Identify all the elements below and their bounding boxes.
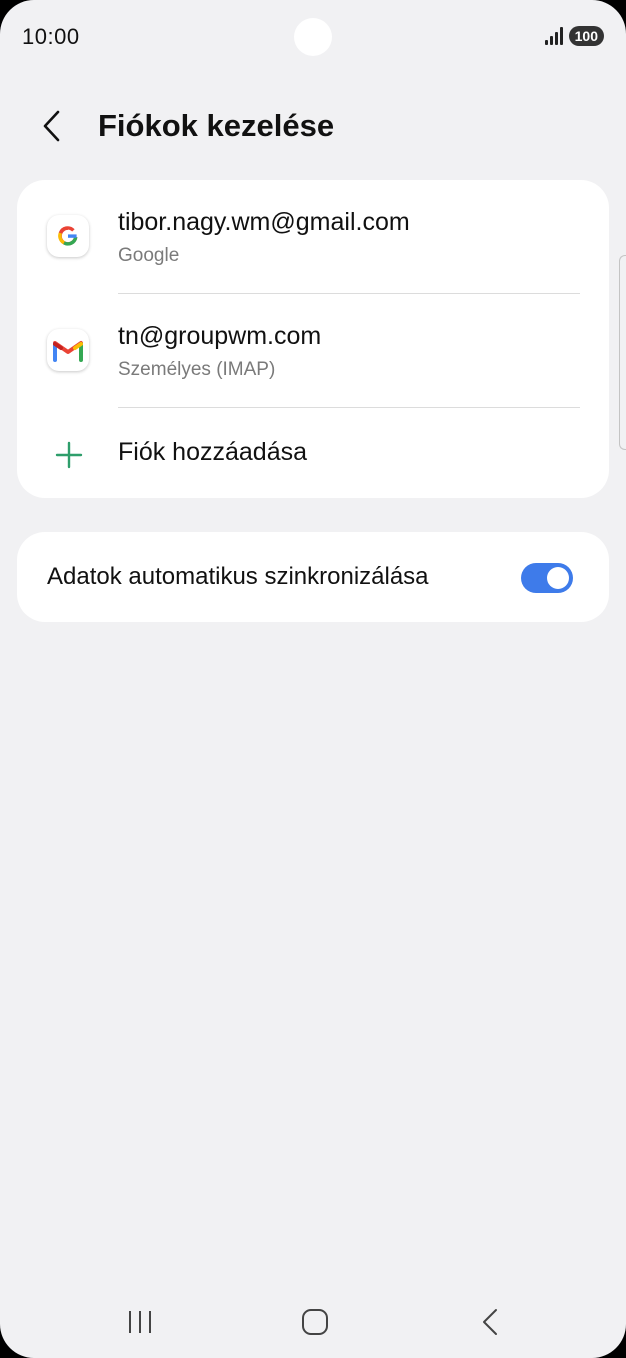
plus-icon <box>55 441 83 469</box>
back-icon <box>483 1309 497 1335</box>
gmail-icon <box>47 329 89 371</box>
navigation-bar <box>0 1290 626 1354</box>
recents-button[interactable] <box>110 1298 170 1346</box>
screen: 10:00 100 Fiókok kezelése tibor.nagy.wm@… <box>0 0 626 1358</box>
front-camera <box>294 18 332 56</box>
home-icon <box>302 1309 328 1335</box>
add-account-label: Fiók hozzáadása <box>118 438 308 466</box>
add-account-button[interactable]: Fiók hozzáadása <box>17 408 609 498</box>
back-button[interactable] <box>40 104 80 148</box>
sync-label: Adatok automatikus szinkronizálása <box>47 563 429 590</box>
account-type: Személyes (IMAP) <box>118 359 276 380</box>
page-title: Fiókok kezelése <box>98 108 335 143</box>
accounts-card: tibor.nagy.wm@gmail.com Google tn@groupw… <box>17 180 609 498</box>
edge-panel-handle[interactable] <box>619 255 626 450</box>
account-email: tibor.nagy.wm@gmail.com <box>118 208 410 236</box>
account-type: Google <box>118 245 180 266</box>
header: Fiókok kezelése <box>40 104 334 148</box>
chevron-left-icon <box>43 110 60 142</box>
recents-icon <box>129 1311 151 1333</box>
battery-icon: 100 <box>568 26 604 46</box>
sync-toggle[interactable] <box>521 563 573 593</box>
account-row-google[interactable]: tibor.nagy.wm@gmail.com Google <box>17 180 609 292</box>
toggle-knob <box>547 567 569 589</box>
status-time: 10:00 <box>22 24 80 49</box>
sync-card: Adatok automatikus szinkronizálása <box>17 532 609 622</box>
status-icons: 100 <box>544 26 604 46</box>
home-button[interactable] <box>285 1298 345 1346</box>
account-row-imap[interactable]: tn@groupwm.com Személyes (IMAP) <box>17 294 609 406</box>
google-icon <box>47 215 89 257</box>
signal-icon <box>544 27 563 45</box>
nav-back-button[interactable] <box>460 1298 520 1346</box>
account-email: tn@groupwm.com <box>118 322 322 350</box>
